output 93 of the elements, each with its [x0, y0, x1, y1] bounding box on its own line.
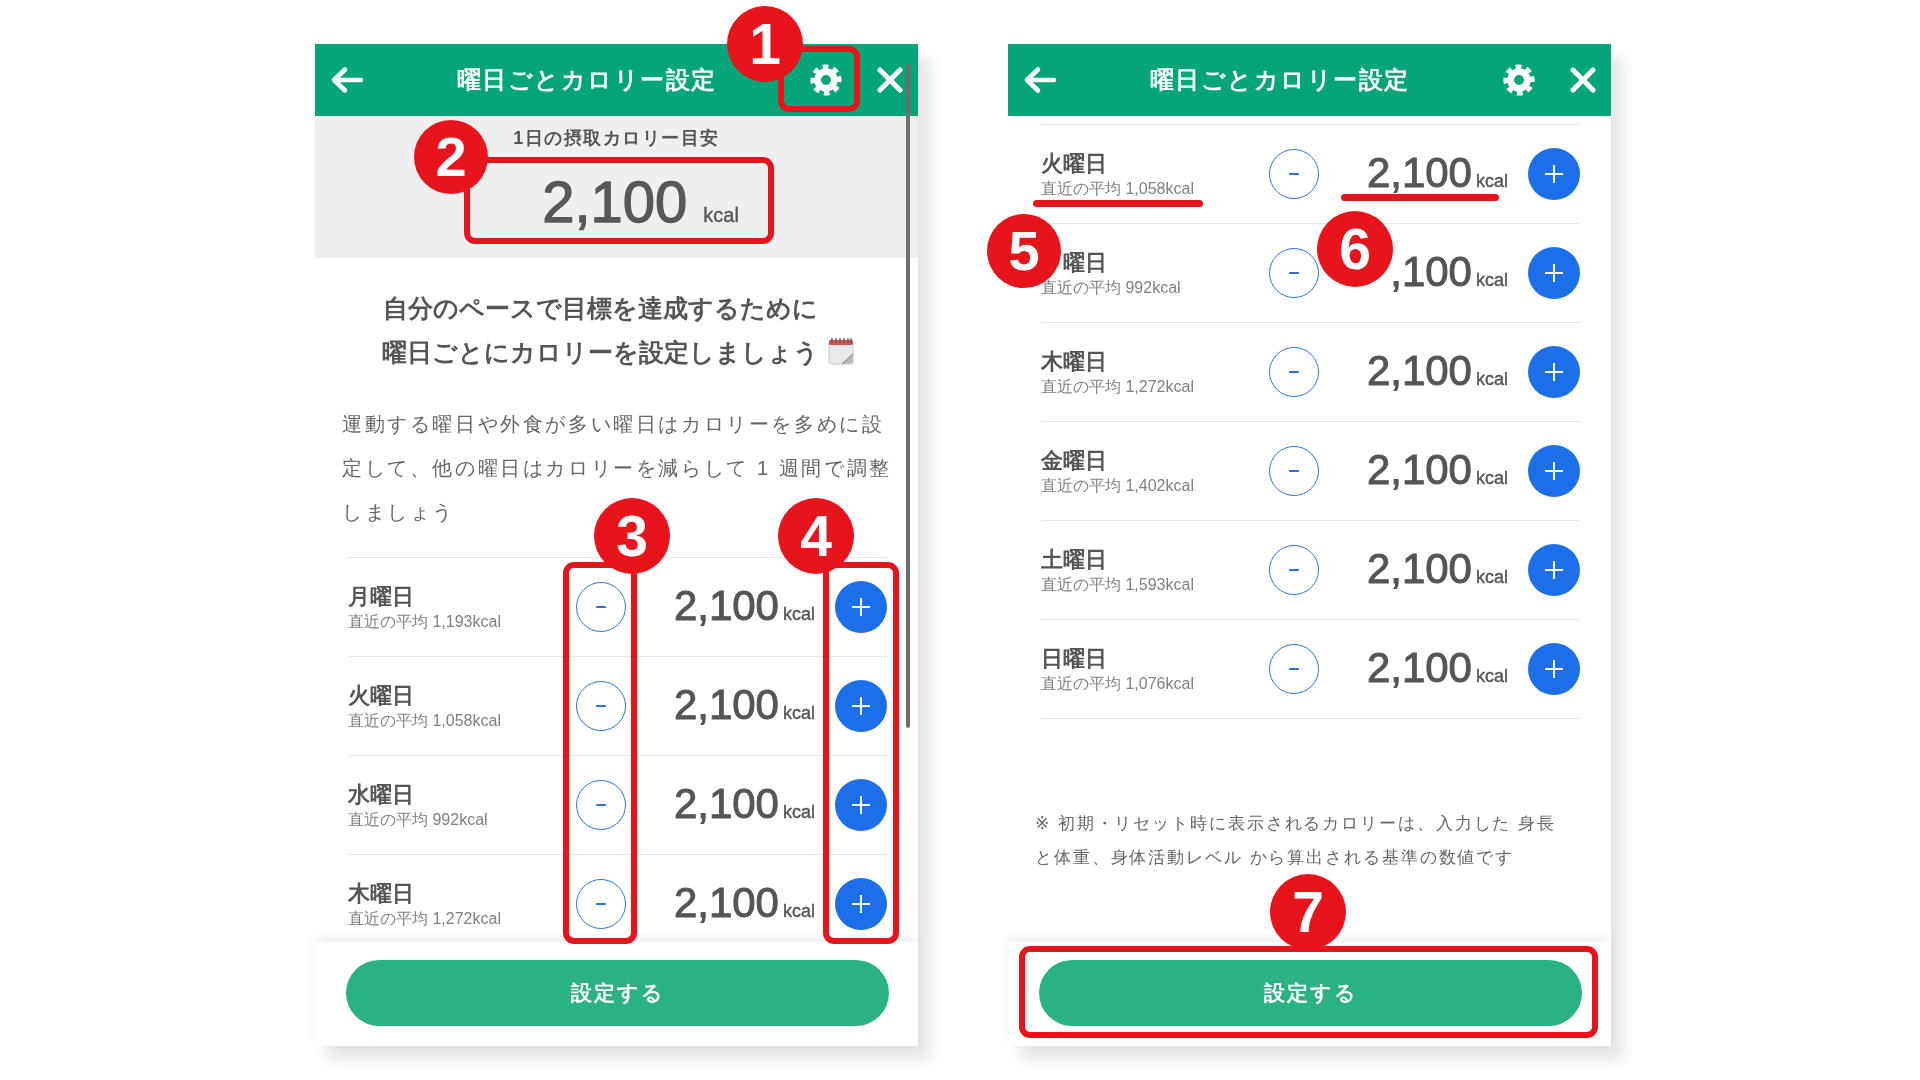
plus-icon: [1545, 561, 1563, 579]
day-name: 火曜日: [348, 682, 414, 708]
settings-button[interactable]: [1501, 62, 1537, 98]
back-arrow-icon: [330, 66, 364, 94]
settings-button[interactable]: [808, 62, 844, 98]
day-name: 木曜日: [1041, 348, 1107, 374]
unit-label: kcal: [783, 802, 815, 823]
calendar-icon: [827, 337, 854, 365]
back-arrow-icon: [1023, 66, 1057, 94]
minus-icon: [596, 705, 606, 707]
plus-icon: [852, 598, 870, 616]
average-text: 直近の平均 1,272kcal: [348, 909, 501, 927]
average-text: 直近の平均 1,193kcal: [348, 612, 501, 630]
settings-icon: [810, 64, 842, 96]
plus-icon: [852, 895, 870, 913]
decrease-button[interactable]: [576, 879, 626, 929]
day-name: 曜日: [1063, 249, 1107, 275]
plus-icon: [852, 796, 870, 814]
minus-icon: [1289, 470, 1299, 472]
unit-label: kcal: [783, 901, 815, 922]
increase-button[interactable]: [835, 878, 887, 930]
decrease-button[interactable]: [1269, 644, 1319, 694]
minus-icon: [1289, 569, 1299, 571]
unit-label: kcal: [1476, 270, 1508, 291]
decrease-button[interactable]: [1269, 446, 1319, 496]
daily-target-label: 1日の摂取カロリー目安: [513, 127, 720, 150]
plus-icon: [852, 697, 870, 715]
day-name: 金曜日: [1041, 447, 1107, 473]
increase-button[interactable]: [1528, 445, 1580, 497]
screen-title: 曜日ごとカロリー設定: [1148, 65, 1411, 95]
unit-label: kcal: [1476, 171, 1508, 192]
day-name: 木曜日: [348, 880, 414, 906]
close-button[interactable]: [1567, 64, 1599, 96]
increase-button[interactable]: [1528, 544, 1580, 596]
day-name: 土曜日: [1041, 546, 1107, 572]
average-text: 直近の平均 992kcal: [1041, 278, 1181, 296]
decrease-button[interactable]: [1269, 149, 1319, 199]
plus-icon: [1545, 462, 1563, 480]
set-button[interactable]: 設定する: [346, 960, 889, 1026]
unit-label: kcal: [783, 703, 815, 724]
plus-icon: [1545, 660, 1563, 678]
average-text: 直近の平均 1,593kcal: [1041, 575, 1194, 593]
average-text: 直近の平均 1,402kcal: [1041, 476, 1194, 494]
day-name: 火曜日: [1041, 150, 1107, 176]
settings-icon: [1503, 64, 1535, 96]
decrease-button[interactable]: [1269, 347, 1319, 397]
increase-button[interactable]: [1528, 247, 1580, 299]
screen-title: 曜日ごとカロリー設定: [455, 65, 718, 95]
step-marker: 6: [1317, 211, 1393, 287]
minus-icon: [596, 903, 606, 905]
plus-icon: [1545, 165, 1563, 183]
decrease-button[interactable]: [576, 582, 626, 632]
day-name: 日曜日: [1041, 645, 1107, 671]
increase-button[interactable]: [1528, 148, 1580, 200]
increase-button[interactable]: [1528, 643, 1580, 695]
average-text: 直近の平均 1,058kcal: [1041, 179, 1194, 197]
close-icon: [877, 67, 903, 93]
set-button[interactable]: 設定する: [1039, 960, 1582, 1026]
day-name: 水曜日: [348, 781, 414, 807]
decrease-button[interactable]: [576, 780, 626, 830]
increase-button[interactable]: [835, 581, 887, 633]
step-marker: 1: [727, 6, 803, 82]
minus-icon: [1289, 668, 1299, 670]
close-button[interactable]: [874, 64, 906, 96]
minus-icon: [596, 804, 606, 806]
minus-icon: [1289, 272, 1299, 274]
unit-label: kcal: [1476, 666, 1508, 687]
unit-label: kcal: [1476, 567, 1508, 588]
average-text: 直近の平均 992kcal: [348, 810, 488, 828]
plus-icon: [1545, 363, 1563, 381]
unit-label: kcal: [703, 204, 739, 227]
increase-button[interactable]: [835, 680, 887, 732]
unit-label: kcal: [1476, 468, 1508, 489]
close-icon: [1570, 67, 1596, 93]
decrease-button[interactable]: [1269, 248, 1319, 298]
average-text: 直近の平均 1,272kcal: [1041, 377, 1194, 395]
plus-icon: [1545, 264, 1563, 282]
day-name: 月曜日: [348, 583, 414, 609]
unit-label: kcal: [1476, 369, 1508, 390]
unit-label: kcal: [783, 604, 815, 625]
intro-heading: 自分のペースで目標を達成するために曜日ごとにカロリーを設定しましょう: [381, 293, 820, 368]
average-text: 直近の平均 1,058kcal: [348, 711, 501, 729]
daily-target-value: 2,100: [542, 172, 688, 232]
minus-icon: [1289, 371, 1299, 373]
decrease-button[interactable]: [576, 681, 626, 731]
step-marker: 4: [778, 498, 854, 574]
increase-button[interactable]: [1528, 346, 1580, 398]
increase-button[interactable]: [835, 779, 887, 831]
decrease-button[interactable]: [1269, 545, 1319, 595]
minus-icon: [596, 606, 606, 608]
note-text: ※ 初期・リセット時に表示されるカロリーは、入力した 身長と体重、身体活動レベル から算出される基準の数値です: [1035, 813, 1557, 869]
minus-icon: [1289, 173, 1299, 175]
average-text: 直近の平均 1,076kcal: [1041, 674, 1194, 692]
